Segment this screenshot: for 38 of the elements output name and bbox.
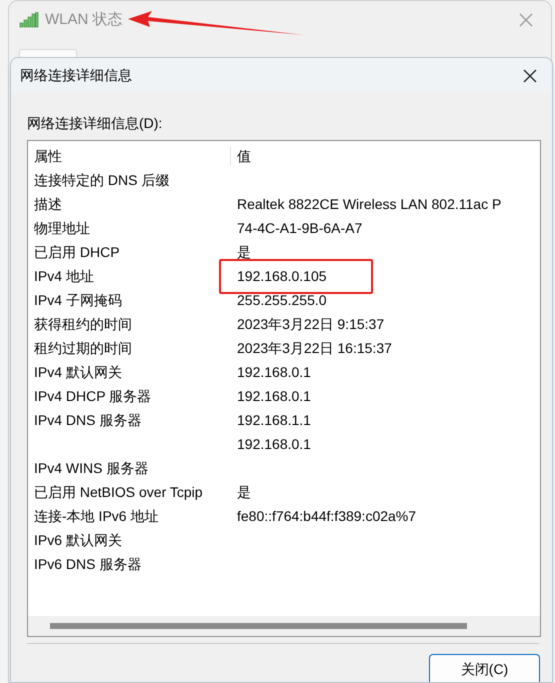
property-cell: IPv4 地址 [34, 268, 94, 284]
property-cell: 连接特定的 DNS 后缀 [34, 172, 170, 188]
value-cell: 192.168.0.1 [237, 436, 311, 452]
column-header[interactable]: 值 [237, 148, 251, 164]
value-cell: 是 [237, 244, 251, 260]
value-cell: 2023年3月22日 9:15:37 [237, 316, 384, 332]
property-cell: IPv4 WINS 服务器 [34, 460, 148, 476]
dialog-title: 网络连接详细信息 [20, 66, 132, 86]
value-cell: 192.168.0.1 [237, 388, 311, 404]
column-header[interactable]: 属性 [34, 146, 62, 167]
value-cell: 192.168.0.105 [237, 268, 327, 284]
list-label: 网络连接详细信息(D): [27, 114, 164, 134]
value-cell: Realtek 8822CE Wireless LAN 802.11ac P [237, 196, 502, 212]
property-cell: IPv4 默认网关 [34, 364, 122, 380]
value-cell: 是 [237, 484, 251, 500]
property-cell: IPv4 DNS 服务器 [34, 412, 142, 428]
property-cell: 租约过期的时间 [34, 340, 132, 356]
value-cell: 74-4C-A1-9B-6A-A7 [237, 220, 362, 236]
value-cell: 2023年3月22日 16:15:37 [237, 340, 392, 356]
value-cell: fe80::f764:b44f:f389:c02a%7 [237, 508, 416, 524]
property-cell: 获得租约的时间 [34, 316, 132, 332]
property-cell: IPv4 子网掩码 [34, 292, 122, 308]
property-cell: IPv6 默认网关 [34, 532, 122, 548]
property-cell: IPv4 DHCP 服务器 [34, 388, 152, 404]
value-cell: 192.168.0.1 [237, 364, 311, 380]
close-button[interactable]: 关闭(C) [429, 654, 540, 682]
property-cell: 描述 [34, 196, 62, 212]
scrollbar-thumb[interactable] [50, 623, 467, 630]
signal-bars-icon [19, 12, 39, 28]
value-cell: 255.255.255.0 [237, 292, 327, 308]
value-cell: 192.168.1.1 [237, 412, 311, 428]
property-cell: 已启用 DHCP [34, 244, 120, 260]
close-icon[interactable] [523, 68, 537, 83]
property-cell: 已启用 NetBIOS over Tcpip [34, 484, 203, 500]
property-cell: 物理地址 [34, 220, 90, 236]
window-title: WLAN 状态 [45, 10, 123, 30]
property-cell: 连接-本地 IPv6 地址 [34, 508, 158, 524]
property-cell: IPv6 DNS 服务器 [34, 556, 142, 572]
